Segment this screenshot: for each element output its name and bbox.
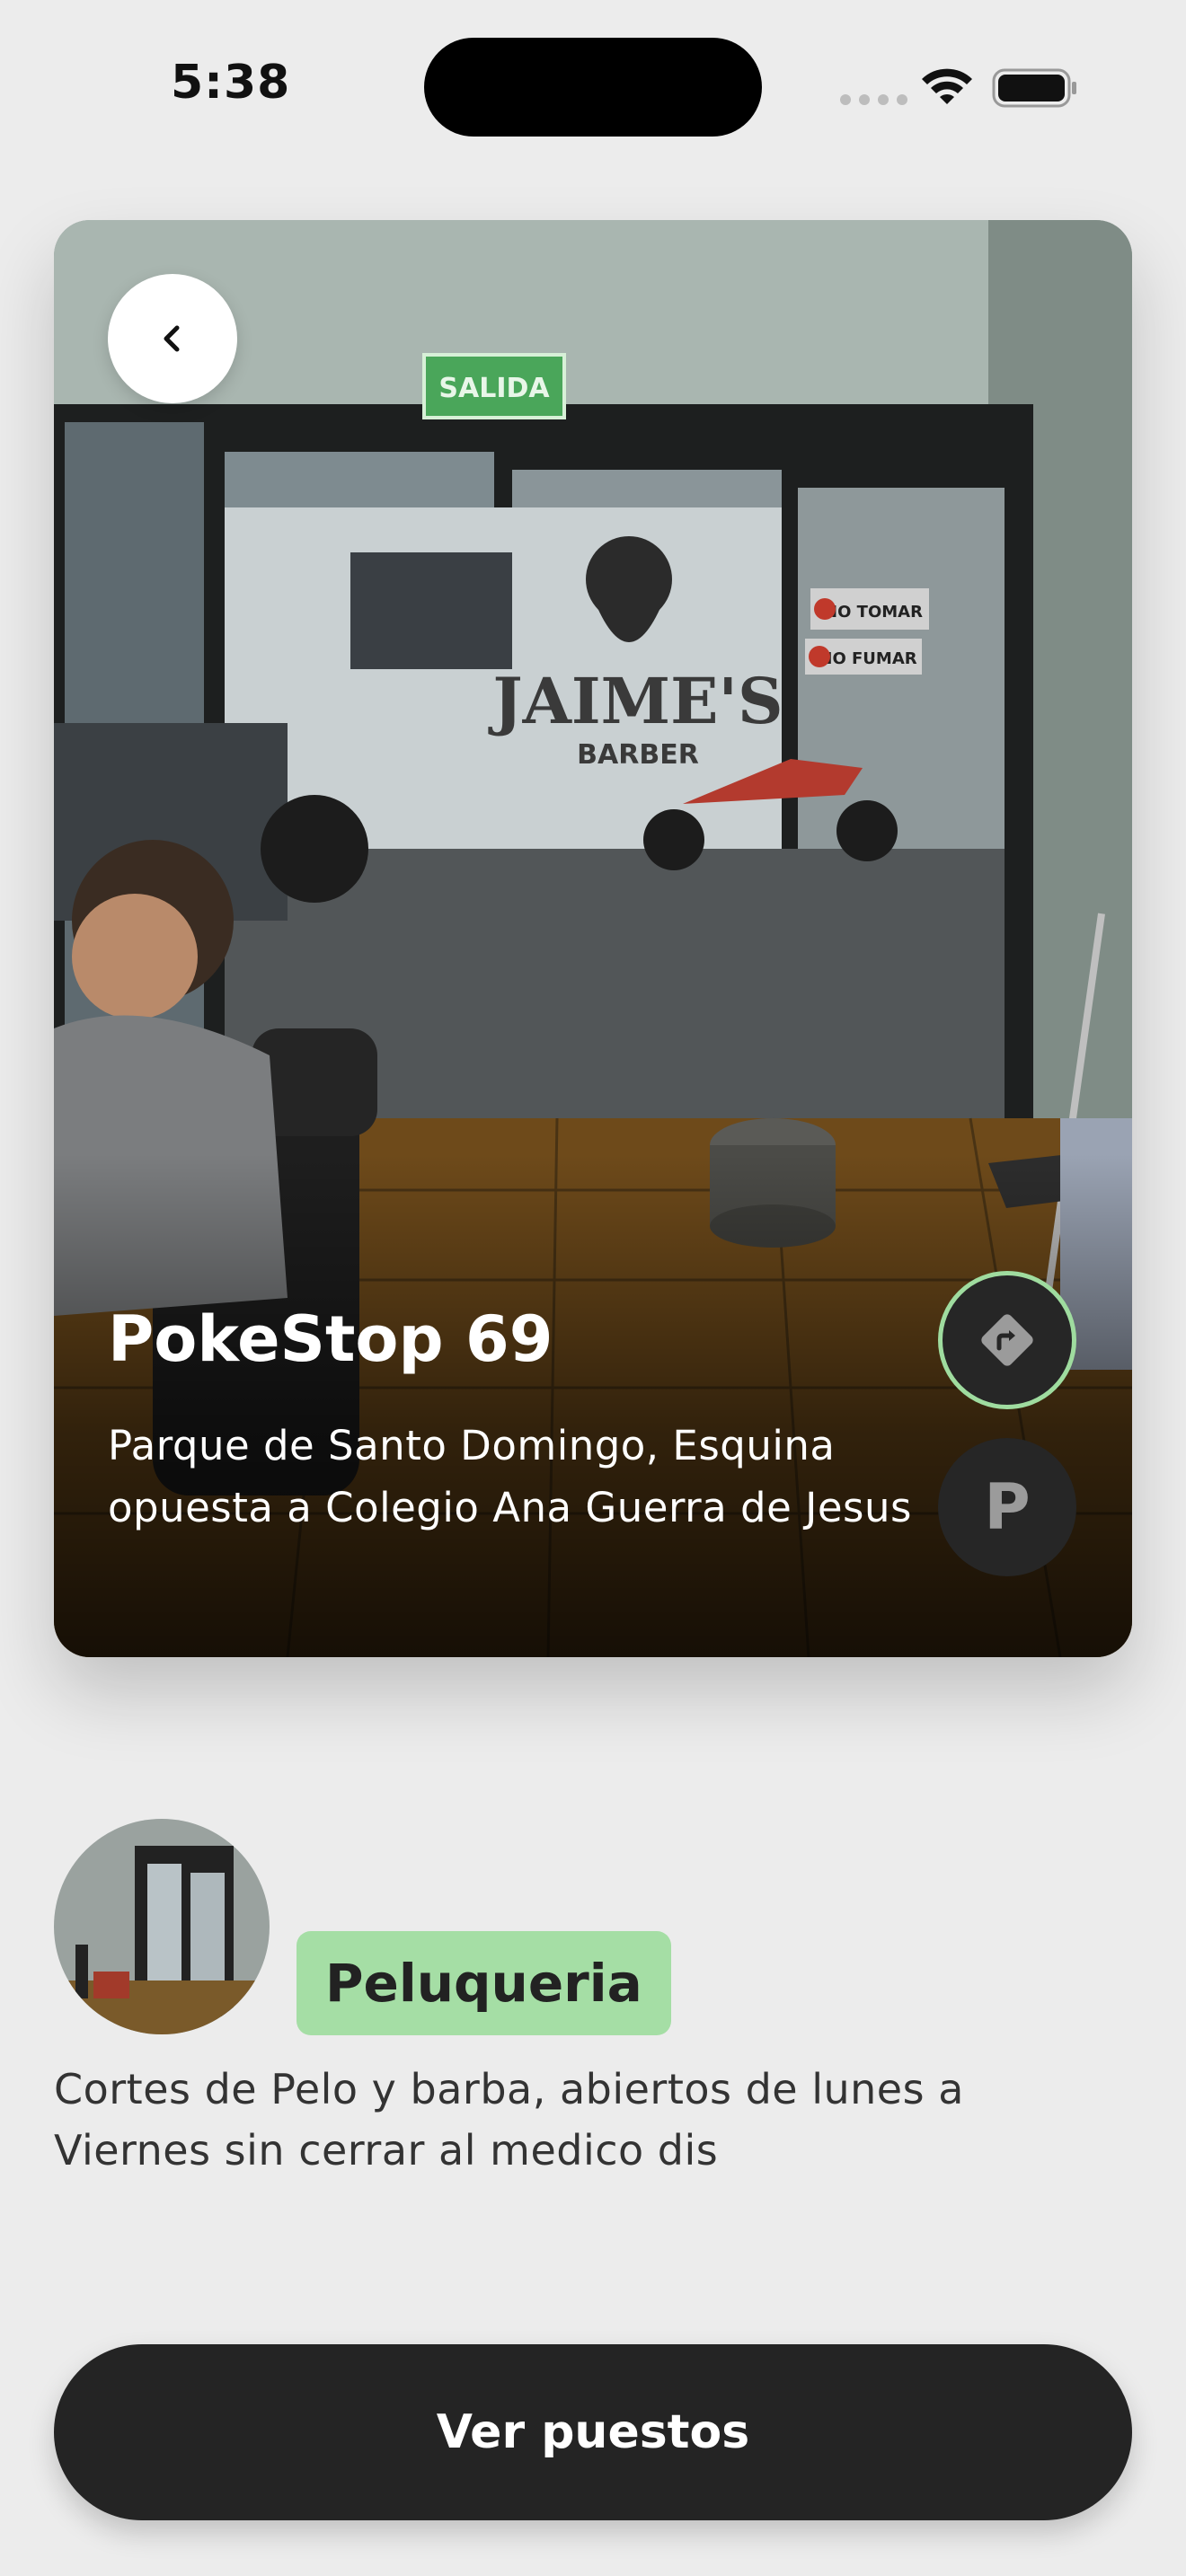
directions-icon <box>981 1314 1033 1366</box>
window-logo-subtext: BARBER <box>577 739 699 771</box>
shop-avatar <box>54 1819 270 2034</box>
hero-gradient-overlay <box>54 1154 1132 1657</box>
battery-icon <box>992 68 1076 108</box>
chevron-left-icon <box>164 325 180 352</box>
place-title: PokeStop 69 <box>108 1302 553 1376</box>
window-logo-text: JAIME'S <box>488 664 783 738</box>
category-tag: Peluqueria <box>296 1931 671 2035</box>
cellular-signal-icon <box>840 94 907 105</box>
back-button[interactable] <box>108 274 237 403</box>
shop-avatar-image <box>54 1819 270 2034</box>
place-hero-card: JAIME'S BARBER SALIDA NO TOMAR NO FUMAR <box>54 220 1132 1657</box>
exit-sign-text: SALIDA <box>438 373 550 404</box>
place-description: Cortes de Pelo y barba, abiertos de lune… <box>54 2065 964 2175</box>
status-time: 5:38 <box>171 56 291 110</box>
directions-button[interactable] <box>938 1271 1076 1409</box>
parking-label: P <box>984 1470 1031 1544</box>
sign-no-drink-text: NO TOMAR <box>824 603 923 622</box>
place-address: Parque de Santo Domingo, Esquina opuesta… <box>108 1422 912 1531</box>
parking-button[interactable]: P <box>938 1438 1076 1576</box>
view-stalls-button[interactable]: Ver puestos <box>54 2344 1132 2520</box>
wifi-icon <box>922 68 972 104</box>
dynamic-island <box>424 38 762 137</box>
sign-no-smoke-text: NO FUMAR <box>819 649 916 668</box>
